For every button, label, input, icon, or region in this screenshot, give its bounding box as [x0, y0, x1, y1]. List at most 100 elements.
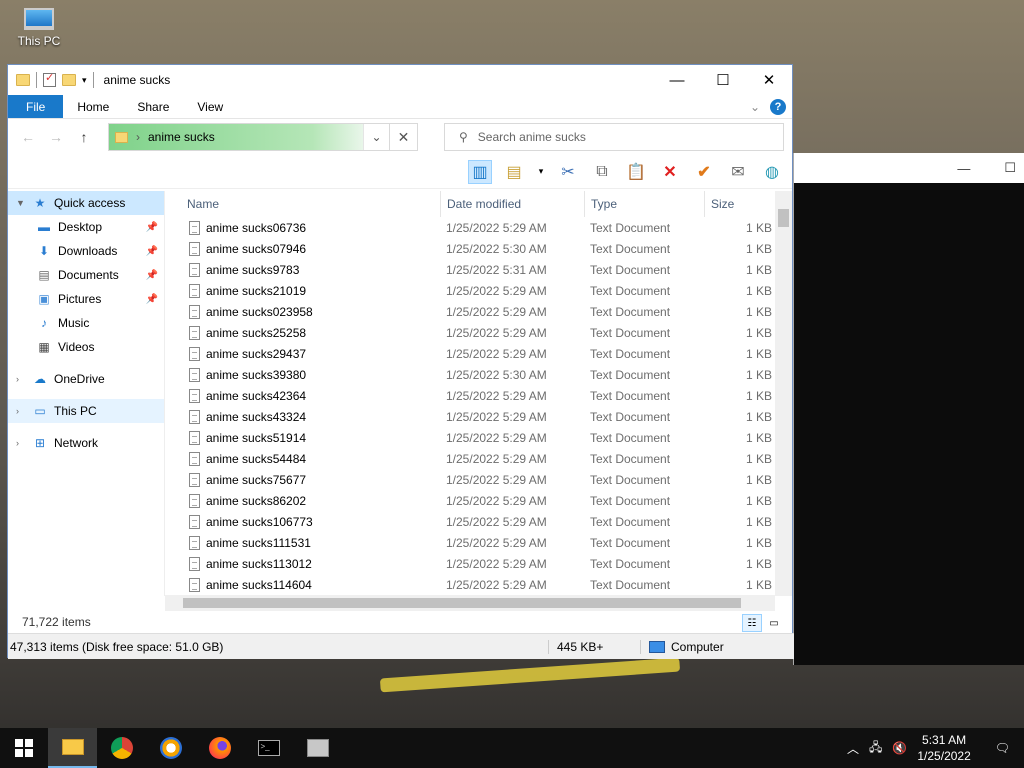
table-row[interactable]: anime sucks114604 1/25/2022 5:29 AM Text D…	[165, 574, 792, 595]
taskbar-browser[interactable]	[146, 728, 195, 768]
column-date[interactable]: Date modified	[441, 191, 585, 217]
desktop-icon-this-pc[interactable]: This PC	[14, 6, 64, 48]
table-row[interactable]: anime sucks25258 1/25/2022 5:29 AM Text Do…	[165, 322, 792, 343]
search-box[interactable]: ⚲ Search anime sucks	[444, 123, 784, 151]
details-view-icon[interactable]: ☷	[742, 614, 762, 632]
table-row[interactable]: anime sucks07946 1/25/2022 5:30 AM Text Do…	[165, 238, 792, 259]
column-type[interactable]: Type	[585, 191, 705, 217]
taskbar-terminal[interactable]: >_	[244, 728, 293, 768]
forward-arrow-icon[interactable]: →	[48, 129, 64, 145]
start-button[interactable]	[0, 728, 48, 768]
file-name: anime sucks75677	[206, 472, 307, 487]
pin-icon[interactable]: 📌	[146, 246, 158, 257]
text-document-icon	[189, 220, 200, 235]
maximize-button[interactable]: ☐	[700, 65, 746, 95]
properties-quick-icon[interactable]	[43, 71, 56, 87]
pin-icon[interactable]: 📌	[146, 222, 158, 233]
table-row[interactable]: anime sucks106773 1/25/2022 5:29 AM Text D…	[165, 511, 792, 532]
large-icons-view-icon[interactable]: ▭	[764, 614, 784, 632]
sidebar-item-network[interactable]: › ⊞ Network	[8, 431, 164, 455]
paste-icon[interactable]: 📋	[624, 160, 648, 184]
search-input[interactable]: Search anime sucks	[478, 130, 586, 144]
table-row[interactable]: anime sucks113012 1/25/2022 5:29 AM Text D…	[165, 553, 792, 574]
stop-icon[interactable]: ✕	[389, 124, 417, 150]
table-row[interactable]: anime sucks51914 1/25/2022 5:29 AM Text Do…	[165, 427, 792, 448]
terminal-icon: >_	[257, 740, 280, 756]
text-document-icon	[189, 367, 200, 382]
address-dropdown-icon[interactable]: ⌄	[363, 124, 389, 150]
properties-icon[interactable]: ▤	[502, 160, 526, 184]
delete-icon[interactable]: ✕	[658, 160, 682, 184]
dropdown-icon[interactable]: ▾	[536, 160, 546, 184]
table-row[interactable]: anime sucks86202 1/25/2022 5:29 AM Text Do…	[165, 490, 792, 511]
file-size: 1 KB	[745, 493, 772, 508]
tab-home[interactable]: Home	[63, 95, 123, 118]
videos-icon: ▦	[38, 340, 50, 354]
pin-icon[interactable]: 📌	[146, 270, 158, 281]
table-row[interactable]: anime sucks9783 1/25/2022 5:31 AM Text Doc…	[165, 259, 792, 280]
sidebar-item-quick-access[interactable]: ▼ ★ Quick access	[8, 191, 164, 215]
sidebar-item-downloads[interactable]: ⬇ Downloads 📌	[8, 239, 164, 263]
folder-icon	[115, 131, 128, 143]
close-button[interactable]: ✕	[746, 65, 792, 95]
taskbar-app[interactable]	[293, 728, 342, 768]
new-folder-quick-icon[interactable]	[62, 74, 76, 86]
sidebar-item-music[interactable]: ♪ Music	[8, 311, 164, 335]
table-row[interactable]: anime sucks21019 1/25/2022 5:29 AM Text Do…	[165, 280, 792, 301]
background-console-window[interactable]: — ☐	[793, 153, 1024, 665]
horizontal-scrollbar[interactable]	[165, 595, 775, 611]
sidebar-item-desktop[interactable]: ▬ Desktop 📌	[8, 215, 164, 239]
file-size: 1 KB	[745, 535, 772, 550]
back-arrow-icon[interactable]: ←	[20, 129, 36, 145]
file-size: 1 KB	[745, 283, 772, 298]
table-row[interactable]: anime sucks54484 1/25/2022 5:29 AM Text Do…	[165, 448, 792, 469]
taskbar-file-explorer[interactable]	[48, 728, 97, 768]
rename-check-icon[interactable]: ✔	[692, 160, 716, 184]
table-row[interactable]: anime sucks111531 1/25/2022 5:29 AM Text D…	[165, 532, 792, 553]
taskbar-firefox[interactable]	[195, 728, 244, 768]
sidebar-item-pictures[interactable]: ▣ Pictures 📌	[8, 287, 164, 311]
column-size[interactable]: Size	[705, 191, 775, 217]
sidebar-item-onedrive[interactable]: › ☁ OneDrive	[8, 367, 164, 391]
pin-icon[interactable]: 📌	[146, 294, 158, 305]
taskbar-chrome[interactable]	[97, 728, 146, 768]
address-bar[interactable]: › anime sucks ⌄ ✕	[108, 123, 418, 151]
table-row[interactable]: anime sucks06736 1/25/2022 5:29 AM Text Do…	[165, 217, 792, 238]
table-row[interactable]: anime sucks39380 1/25/2022 5:30 AM Text Do…	[165, 364, 792, 385]
mail-icon[interactable]: ✉	[726, 160, 750, 184]
network-status-icon[interactable]: 🖧	[869, 738, 882, 759]
volume-muted-icon[interactable]: 🔇	[892, 741, 907, 755]
chevron-up-icon[interactable]: ︿	[847, 740, 859, 757]
help-icon[interactable]: ?	[770, 99, 786, 115]
breadcrumb-separator: ›	[136, 130, 140, 144]
sidebar-item-videos[interactable]: ▦ Videos	[8, 335, 164, 359]
tab-file[interactable]: File	[8, 95, 64, 118]
tab-share[interactable]: Share	[123, 95, 183, 118]
file-name: anime sucks21019	[206, 283, 307, 298]
tab-view[interactable]: View	[183, 95, 237, 118]
table-row[interactable]: anime sucks43324 1/25/2022 5:29 AM Text Do…	[165, 406, 792, 427]
minimize-icon[interactable]: —	[957, 161, 970, 176]
notification-icon[interactable]: 🗨	[995, 741, 1010, 755]
copy-icon[interactable]: ⧉	[590, 160, 614, 184]
minimize-button[interactable]: —	[654, 65, 700, 95]
table-row[interactable]: anime sucks42364 1/25/2022 5:29 AM Text Do…	[165, 385, 792, 406]
table-row[interactable]: anime sucks023958 1/25/2022 5:29 AM Text D…	[165, 301, 792, 322]
shell-icon[interactable]: ◍	[760, 160, 784, 184]
up-arrow-icon[interactable]: ↑	[76, 129, 92, 145]
customize-quick-access-icon[interactable]: ▾	[82, 75, 87, 86]
vertical-scrollbar[interactable]	[775, 191, 792, 596]
cut-icon[interactable]: ✂	[556, 160, 580, 184]
preview-pane-icon[interactable]: ▥	[468, 159, 492, 184]
sidebar-item-this-pc[interactable]: › ▭ This PC	[8, 399, 164, 423]
table-row[interactable]: anime sucks75677 1/25/2022 5:29 AM Text Do…	[165, 469, 792, 490]
maximize-icon[interactable]: ☐	[1004, 160, 1016, 176]
expand-ribbon-icon[interactable]: ⌄	[750, 100, 760, 114]
breadcrumb-current[interactable]: anime sucks	[148, 130, 215, 144]
file-type: Text Document	[590, 262, 671, 277]
table-row[interactable]: anime sucks29437 1/25/2022 5:29 AM Text Do…	[165, 343, 792, 364]
pictures-icon: ▣	[38, 292, 50, 306]
sidebar-item-documents[interactable]: ▤ Documents 📌	[8, 263, 164, 287]
column-name[interactable]: Name	[165, 191, 441, 217]
clock[interactable]: 5:31 AM 1/25/2022	[917, 732, 970, 764]
